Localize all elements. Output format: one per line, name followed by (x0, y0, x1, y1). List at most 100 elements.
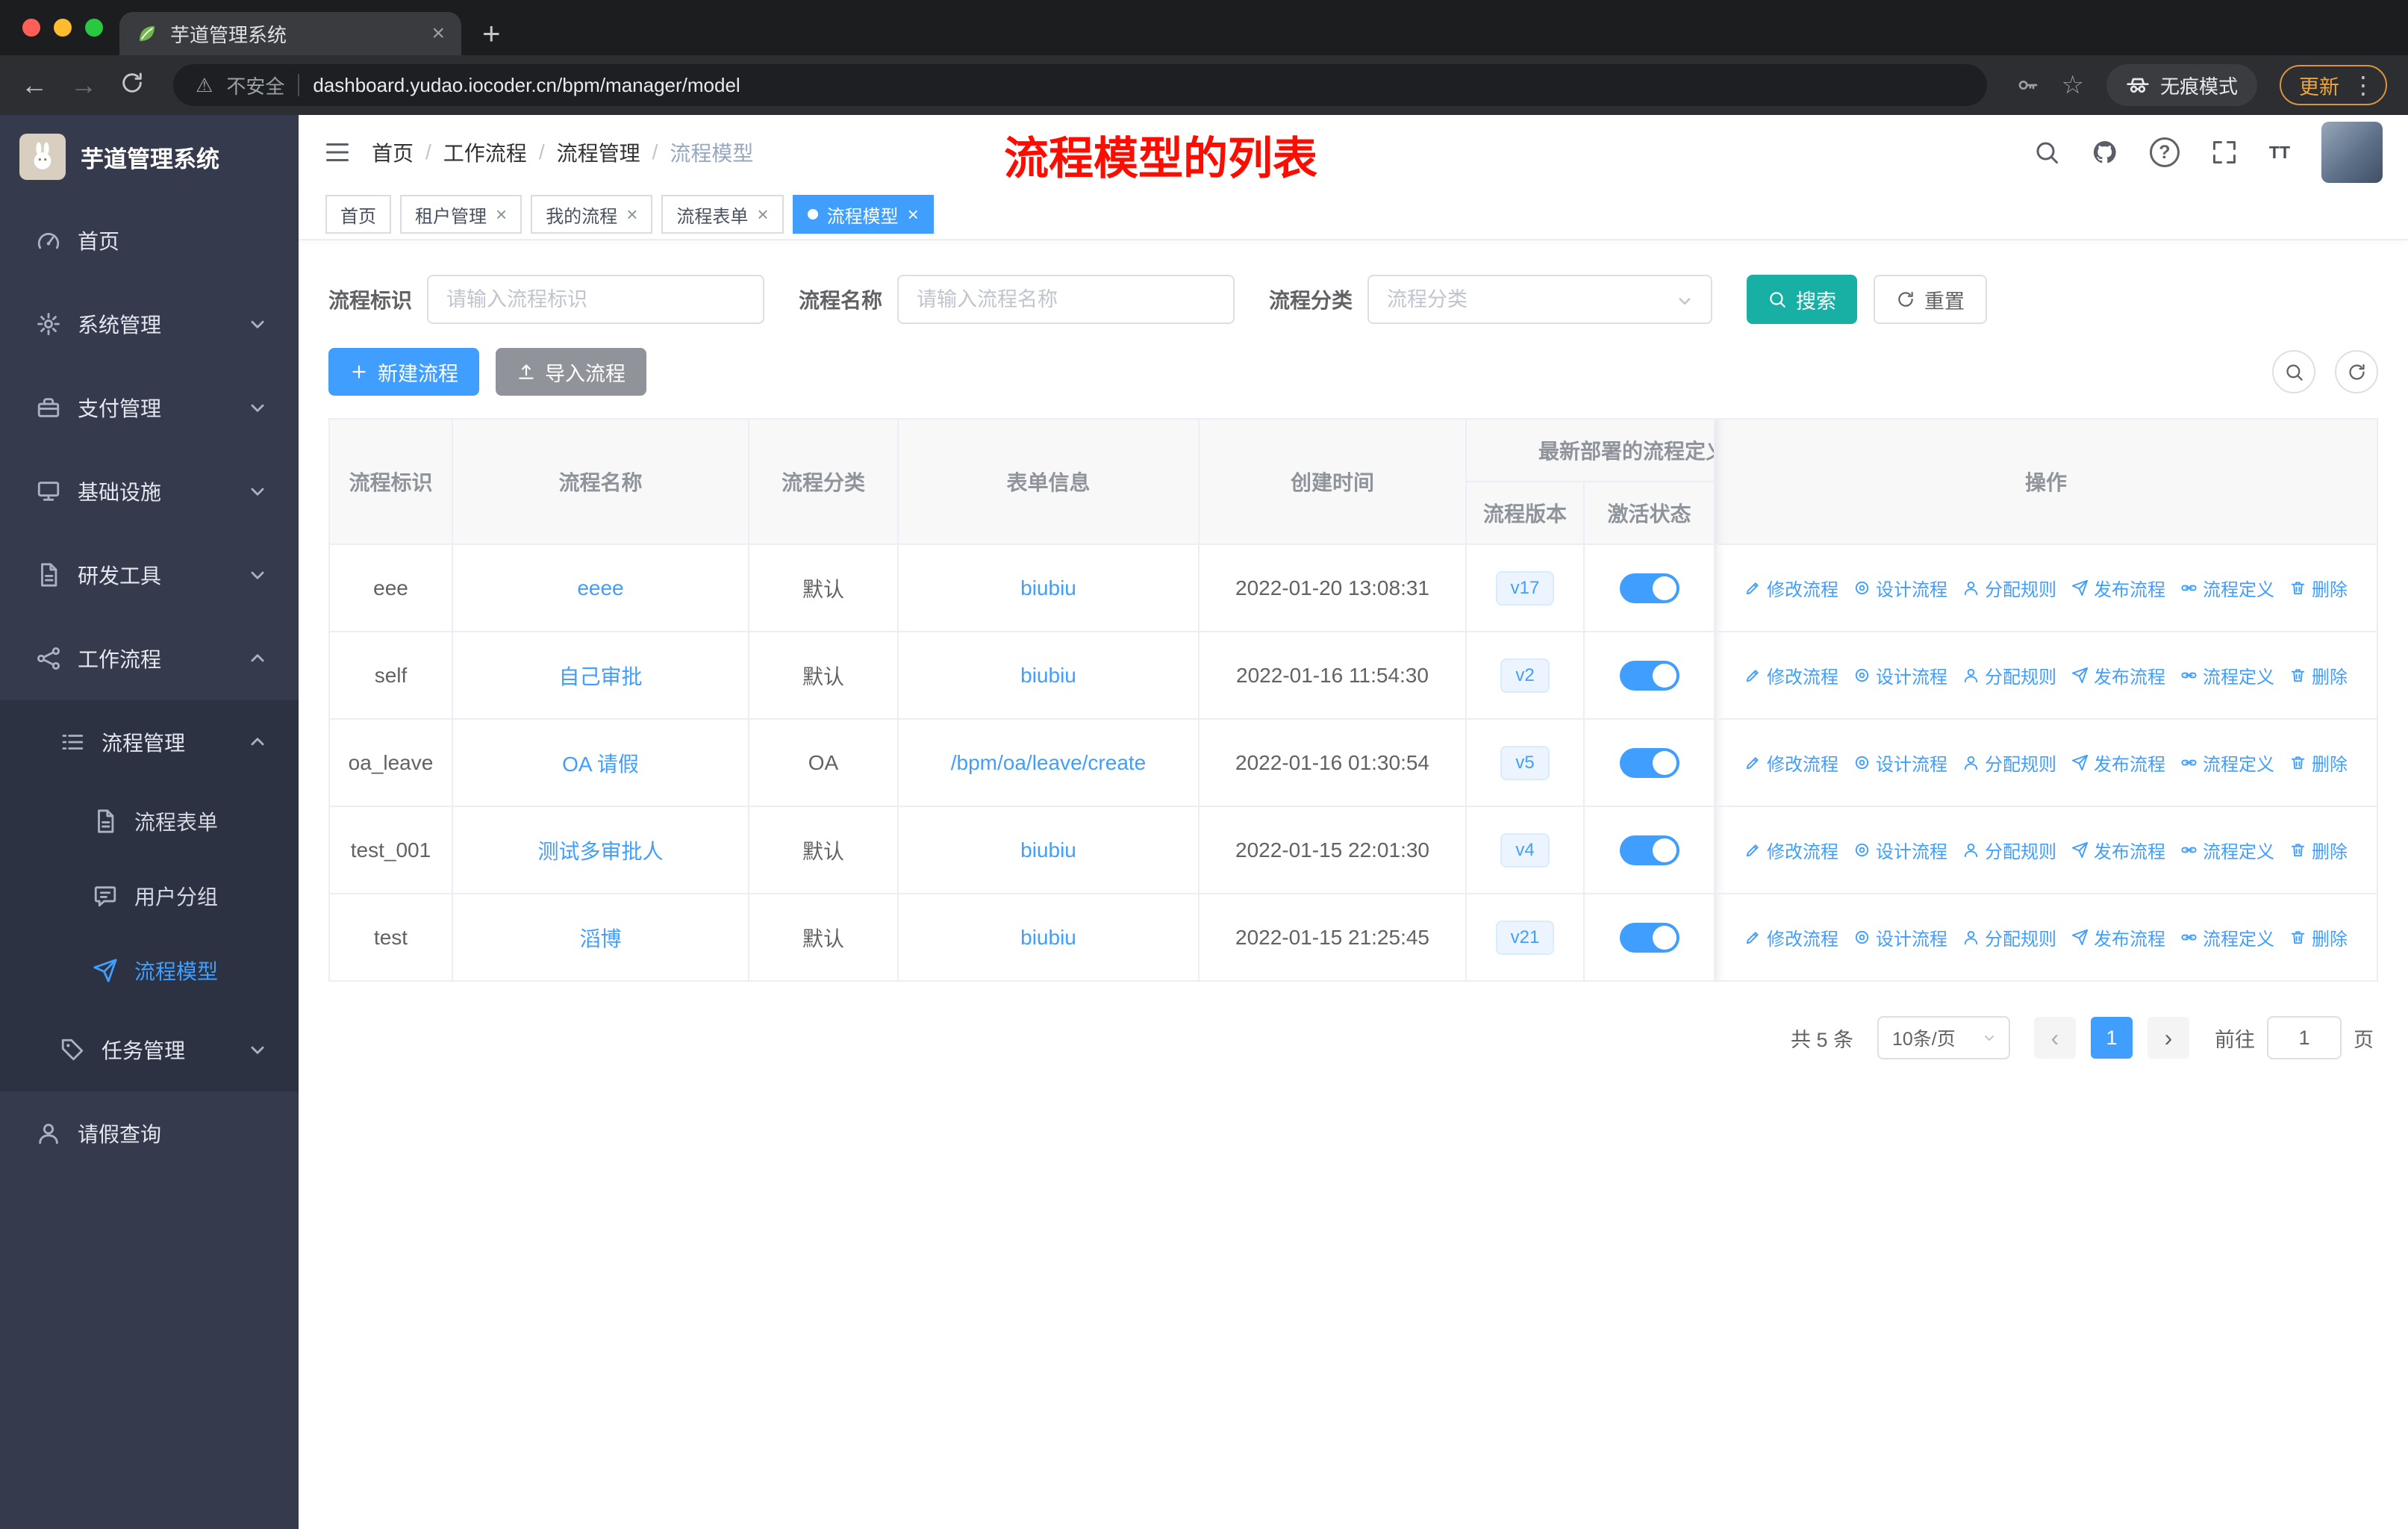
active-toggle[interactable] (1619, 573, 1679, 603)
action-publish-process[interactable]: 发布流程 (2071, 575, 2165, 601)
action-assign-rules[interactable]: 分配规则 (1962, 662, 2056, 688)
action-process-definition[interactable]: 流程定义 (2180, 837, 2274, 863)
action-process-definition[interactable]: 流程定义 (2180, 924, 2274, 950)
action-assign-rules[interactable]: 分配规则 (1962, 750, 2056, 776)
action-modify-process[interactable]: 修改流程 (1744, 837, 1838, 863)
form-info-link[interactable]: /bpm/oa/leave/create (951, 751, 1147, 774)
tab-close-icon[interactable]: × (431, 21, 445, 46)
prev-page-button[interactable]: ‹ (2034, 1017, 2076, 1059)
process-name-link[interactable]: eeee (577, 576, 623, 600)
action-publish-process[interactable]: 发布流程 (2071, 750, 2165, 776)
reload-button[interactable] (119, 70, 145, 100)
action-process-definition[interactable]: 流程定义 (2180, 575, 2274, 601)
url-text[interactable]: dashboard.yudao.iocoder.cn/bpm/manager/m… (313, 74, 740, 97)
action-assign-rules[interactable]: 分配规则 (1962, 575, 2056, 601)
reset-button[interactable]: 重置 (1874, 275, 1988, 324)
tag-tenant-management[interactable]: 租户管理 × (400, 195, 523, 234)
action-publish-process[interactable]: 发布流程 (2071, 924, 2165, 950)
active-toggle[interactable] (1619, 835, 1679, 865)
form-info-link[interactable]: biubiu (1020, 576, 1076, 600)
window-minimize-button[interactable] (54, 19, 72, 37)
action-design-process[interactable]: 设计流程 (1853, 924, 1947, 950)
action-publish-process[interactable]: 发布流程 (2071, 837, 2165, 863)
action-modify-process[interactable]: 修改流程 (1744, 924, 1838, 950)
sidebar-item-leave-query[interactable]: 请假查询 (0, 1092, 299, 1175)
action-delete[interactable]: 删除 (2289, 662, 2348, 688)
sidebar-item-home[interactable]: 首页 (0, 199, 299, 282)
action-design-process[interactable]: 设计流程 (1853, 750, 1947, 776)
security-label[interactable]: 不安全 (226, 72, 284, 99)
next-page-button[interactable]: › (2147, 1017, 2189, 1059)
sidebar-item-devtools[interactable]: 研发工具 (0, 533, 299, 617)
new-tab-button[interactable]: + (461, 12, 522, 55)
close-icon[interactable]: × (626, 203, 637, 226)
breadcrumb-item[interactable]: 首页 (372, 137, 414, 167)
browser-tab[interactable]: 芋道管理系统 × (119, 12, 461, 55)
tag-process-model-active[interactable]: 流程模型 × (792, 195, 934, 234)
close-icon[interactable]: × (496, 203, 507, 226)
action-modify-process[interactable]: 修改流程 (1744, 575, 1838, 601)
action-process-definition[interactable]: 流程定义 (2180, 750, 2274, 776)
process-category-select-input[interactable] (1367, 275, 1713, 324)
tag-home[interactable]: 首页 (325, 195, 391, 234)
font-size-icon[interactable]: TT (2269, 143, 2290, 161)
search-icon[interactable] (2033, 139, 2060, 166)
sidebar-item-process-management[interactable]: 流程管理 (0, 700, 299, 784)
action-modify-process[interactable]: 修改流程 (1744, 750, 1838, 776)
sidebar-collapse-icon[interactable] (324, 139, 351, 166)
import-process-button[interactable]: 导入流程 (496, 348, 646, 396)
window-zoom-button[interactable] (85, 19, 103, 37)
action-process-definition[interactable]: 流程定义 (2180, 662, 2274, 688)
action-design-process[interactable]: 设计流程 (1853, 575, 1947, 601)
sidebar-item-infrastructure[interactable]: 基础设施 (0, 449, 299, 533)
fullscreen-icon[interactable] (2211, 139, 2238, 166)
active-toggle[interactable] (1619, 747, 1679, 778)
form-info-link[interactable]: biubiu (1020, 838, 1076, 862)
action-publish-process[interactable]: 发布流程 (2071, 662, 2165, 688)
process-name-link[interactable]: OA 请假 (562, 753, 639, 776)
process-name-input[interactable] (897, 275, 1235, 324)
breadcrumb-item[interactable]: 工作流程 (443, 137, 527, 167)
action-delete[interactable]: 删除 (2289, 750, 2348, 776)
toggle-search-button[interactable] (2272, 350, 2315, 393)
process-name-link[interactable]: 自己审批 (558, 665, 642, 688)
action-modify-process[interactable]: 修改流程 (1744, 662, 1838, 688)
sidebar-item-process-form[interactable]: 流程表单 (0, 784, 299, 859)
password-key-icon[interactable] (2015, 73, 2039, 97)
form-info-link[interactable]: biubiu (1020, 926, 1076, 949)
help-icon[interactable]: ? (2149, 137, 2180, 167)
create-process-button[interactable]: 新建流程 (328, 348, 479, 396)
forward-button[interactable]: → (70, 72, 97, 99)
sidebar-item-user-group[interactable]: 用户分组 (0, 859, 299, 933)
browser-update-button[interactable]: 更新 ⋮ (2280, 65, 2387, 105)
sidebar-item-process-model[interactable]: 流程模型 (0, 933, 299, 1008)
tag-my-process[interactable]: 我的流程 × (531, 195, 653, 234)
sidebar-item-payment[interactable]: 支付管理 (0, 366, 299, 449)
active-toggle[interactable] (1619, 922, 1679, 953)
process-category-select[interactable] (1367, 275, 1713, 324)
tag-process-form[interactable]: 流程表单 × (661, 195, 784, 234)
bookmark-star-icon[interactable]: ☆ (2062, 70, 2084, 100)
active-toggle[interactable] (1619, 660, 1679, 691)
sidebar-item-workflow[interactable]: 工作流程 (0, 617, 299, 700)
user-avatar[interactable] (2321, 122, 2383, 183)
github-icon[interactable] (2092, 139, 2118, 166)
action-design-process[interactable]: 设计流程 (1853, 837, 1947, 863)
back-button[interactable]: ← (21, 72, 48, 99)
url-bar[interactable]: ⚠ 不安全 dashboard.yudao.iocoder.cn/bpm/man… (173, 64, 1987, 106)
action-assign-rules[interactable]: 分配规则 (1962, 924, 2056, 950)
breadcrumb-item[interactable]: 流程管理 (557, 137, 640, 167)
form-info-link[interactable]: biubiu (1020, 664, 1076, 687)
sidebar-item-task-management[interactable]: 任务管理 (0, 1008, 299, 1092)
browser-menu-icon[interactable]: ⋮ (2351, 71, 2375, 99)
action-delete[interactable]: 删除 (2289, 924, 2348, 950)
process-key-input[interactable] (427, 275, 765, 324)
close-icon[interactable]: × (908, 203, 919, 226)
action-delete[interactable]: 删除 (2289, 837, 2348, 863)
goto-page-input[interactable] (2267, 1016, 2342, 1059)
sidebar-item-system[interactable]: 系统管理 (0, 282, 299, 366)
refresh-table-button[interactable] (2335, 350, 2378, 393)
search-button[interactable]: 搜索 (1747, 275, 1858, 324)
close-icon[interactable]: × (757, 203, 768, 226)
window-close-button[interactable] (22, 19, 40, 37)
